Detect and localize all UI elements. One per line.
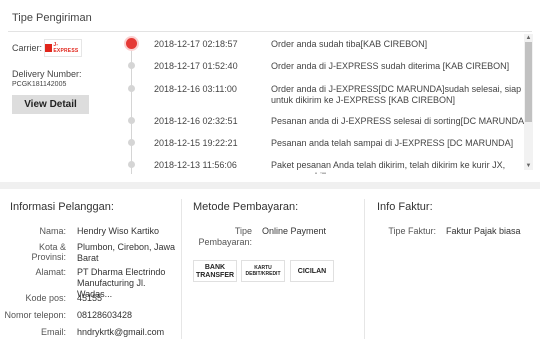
divider bbox=[8, 31, 532, 32]
event-date: 2018-12-15 19:22:21 bbox=[154, 138, 238, 148]
scroll-up-arrow-icon[interactable]: ▲ bbox=[524, 34, 533, 42]
event-text: Pesanan anda di J-EXPRESS selesai di sor… bbox=[271, 116, 524, 126]
view-detail-button[interactable]: View Detail bbox=[12, 95, 89, 114]
event-text: Order anda di J-EXPRESS[DC MARUNDA]sudah… bbox=[271, 84, 522, 105]
event-date: 2018-12-17 01:52:40 bbox=[154, 61, 238, 71]
timeline-dot-icon bbox=[128, 62, 135, 69]
postal-label: Kode pos: bbox=[25, 293, 66, 303]
installment-button[interactable]: CICILAN bbox=[290, 260, 334, 282]
name-label: Nama: bbox=[39, 226, 66, 236]
scroll-down-arrow-icon[interactable]: ▼ bbox=[524, 162, 533, 170]
payment-type: Online Payment bbox=[262, 226, 327, 236]
installment-label: CICILAN bbox=[297, 268, 327, 275]
event-date: 2018-12-13 11:56:06 bbox=[154, 160, 237, 170]
timeline-scrollbar[interactable]: ▲ ▼ bbox=[524, 34, 533, 170]
order-info-panel: Informasi Pelanggan: Nama: Hendry Wiso K… bbox=[0, 189, 540, 344]
customer-email: hndrykrtk@gmail.com bbox=[77, 327, 165, 337]
event-text: Order anda sudah tiba[KAB CIREBON] bbox=[271, 39, 428, 49]
phone-label: Nomor telepon: bbox=[4, 310, 66, 320]
payment-type-label: Tipe Pembayaran: bbox=[198, 226, 252, 247]
shipping-title: Tipe Pengiriman bbox=[12, 12, 92, 24]
delivery-number-label: Delivery Number: bbox=[12, 69, 82, 79]
payment-method-title: Metode Pembayaran: bbox=[193, 201, 299, 213]
customer-name: Hendry Wiso Kartiko bbox=[77, 226, 160, 236]
carrier-logo-text: J-EXPRESS bbox=[53, 42, 79, 54]
email-label: Email: bbox=[40, 327, 66, 337]
event-text: Pesanan anda telah sampai di J-EXPRESS [… bbox=[271, 138, 514, 148]
customer-postal: 45155 bbox=[77, 293, 103, 303]
customer-phone: 08128603428 bbox=[77, 310, 133, 320]
invoice-type: Faktur Pajak biasa bbox=[446, 226, 521, 236]
debit-credit-line2: DEBIT/KREDIT bbox=[245, 271, 281, 277]
invoice-type-label: Tipe Faktur: bbox=[388, 226, 436, 236]
customer-info-title: Informasi Pelanggan: bbox=[10, 201, 114, 213]
shipping-panel: Tipe Pengiriman Carrier: J-EXPRESS Deliv… bbox=[0, 0, 540, 182]
event-date: 2018-12-16 03:11:00 bbox=[154, 84, 237, 94]
event-date: 2018-12-16 02:32:51 bbox=[154, 116, 238, 126]
timeline-dot-icon bbox=[128, 117, 135, 124]
event-text: Paket pesanan Anda telah dikirim, telah … bbox=[271, 160, 506, 174]
carrier-logo: J-EXPRESS bbox=[44, 39, 82, 57]
timeline-current-dot-icon bbox=[126, 38, 137, 49]
bank-transfer-button[interactable]: BANK TRANSFER bbox=[193, 260, 237, 282]
scroll-thumb[interactable] bbox=[525, 42, 532, 122]
event-text: Order anda di J-EXPRESS sudah diterima [… bbox=[271, 61, 510, 71]
carrier-badge-icon bbox=[45, 44, 53, 52]
event-date: 2018-12-17 02:18:57 bbox=[154, 39, 238, 49]
delivery-number: PCGK181142005 bbox=[12, 81, 67, 88]
carrier-label: Carrier: bbox=[12, 43, 43, 53]
timeline-dot-icon bbox=[128, 139, 135, 146]
invoice-info-title: Info Faktur: bbox=[377, 201, 433, 213]
address-label: Alamat: bbox=[35, 267, 66, 277]
timeline-dot-icon bbox=[128, 85, 135, 92]
timeline-dot-icon bbox=[128, 161, 135, 168]
debit-credit-card-button[interactable]: KARTU DEBIT/KREDIT bbox=[241, 260, 285, 282]
customer-city: Plumbon, Cirebon, Jawa Barat bbox=[77, 242, 176, 263]
city-label: Kota & Provinsi: bbox=[31, 242, 66, 262]
column-divider bbox=[364, 199, 365, 339]
bank-transfer-line2: TRANSFER bbox=[195, 272, 235, 279]
tracking-timeline[interactable]: 2018-12-17 02:18:57 Order anda sudah tib… bbox=[120, 34, 524, 174]
column-divider bbox=[181, 199, 182, 339]
bank-transfer-line1: BANK bbox=[204, 264, 226, 271]
